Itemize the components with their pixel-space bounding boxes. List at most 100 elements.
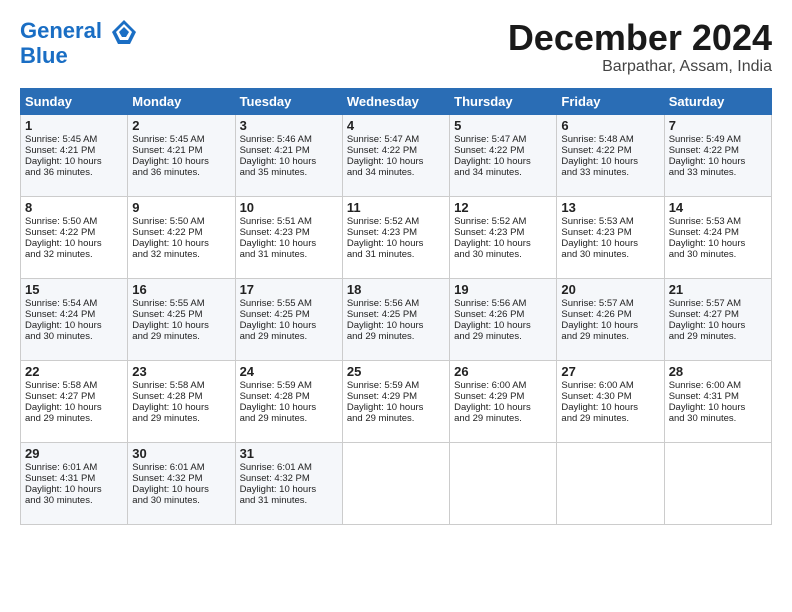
day-info-line: and 35 minutes.: [240, 167, 338, 178]
day-info-line: Daylight: 10 hours: [454, 320, 552, 331]
calendar-cell: 20Sunrise: 5:57 AMSunset: 4:26 PMDayligh…: [557, 278, 664, 360]
day-info-line: and 31 minutes.: [347, 249, 445, 260]
header-sunday: Sunday: [21, 88, 128, 114]
day-number: 1: [25, 118, 123, 133]
calendar-cell: 4Sunrise: 5:47 AMSunset: 4:22 PMDaylight…: [342, 114, 449, 196]
day-info-line: and 29 minutes.: [25, 413, 123, 424]
day-info-line: Sunrise: 5:47 AM: [347, 134, 445, 145]
day-info-line: Sunset: 4:22 PM: [347, 145, 445, 156]
day-number: 17: [240, 282, 338, 297]
day-info-line: Sunset: 4:31 PM: [669, 391, 767, 402]
day-info-line: Sunrise: 5:53 AM: [669, 216, 767, 227]
day-info-line: Daylight: 10 hours: [240, 238, 338, 249]
day-number: 23: [132, 364, 230, 379]
day-info-line: Daylight: 10 hours: [669, 320, 767, 331]
calendar-body: 1Sunrise: 5:45 AMSunset: 4:21 PMDaylight…: [21, 114, 772, 524]
day-info-line: Sunrise: 5:58 AM: [25, 380, 123, 391]
calendar-cell: 25Sunrise: 5:59 AMSunset: 4:29 PMDayligh…: [342, 360, 449, 442]
day-info-line: Sunset: 4:22 PM: [25, 227, 123, 238]
day-info-line: Daylight: 10 hours: [240, 156, 338, 167]
day-info-line: Sunrise: 5:45 AM: [132, 134, 230, 145]
calendar-cell: 24Sunrise: 5:59 AMSunset: 4:28 PMDayligh…: [235, 360, 342, 442]
day-info-line: Daylight: 10 hours: [240, 402, 338, 413]
day-info-line: and 29 minutes.: [454, 413, 552, 424]
day-info-line: Daylight: 10 hours: [132, 320, 230, 331]
day-number: 31: [240, 446, 338, 461]
day-info-line: Sunset: 4:28 PM: [132, 391, 230, 402]
calendar-week-3: 15Sunrise: 5:54 AMSunset: 4:24 PMDayligh…: [21, 278, 772, 360]
calendar-cell: 16Sunrise: 5:55 AMSunset: 4:25 PMDayligh…: [128, 278, 235, 360]
calendar-week-1: 1Sunrise: 5:45 AMSunset: 4:21 PMDaylight…: [21, 114, 772, 196]
day-number: 14: [669, 200, 767, 215]
calendar-cell: 10Sunrise: 5:51 AMSunset: 4:23 PMDayligh…: [235, 196, 342, 278]
day-number: 8: [25, 200, 123, 215]
day-info-line: Sunrise: 5:51 AM: [240, 216, 338, 227]
day-number: 20: [561, 282, 659, 297]
calendar-cell: 7Sunrise: 5:49 AMSunset: 4:22 PMDaylight…: [664, 114, 771, 196]
calendar-cell: 5Sunrise: 5:47 AMSunset: 4:22 PMDaylight…: [450, 114, 557, 196]
day-info-line: Daylight: 10 hours: [561, 402, 659, 413]
day-info-line: Sunset: 4:25 PM: [240, 309, 338, 320]
day-info-line: Sunrise: 5:56 AM: [454, 298, 552, 309]
calendar-cell: 23Sunrise: 5:58 AMSunset: 4:28 PMDayligh…: [128, 360, 235, 442]
day-info-line: Sunset: 4:26 PM: [561, 309, 659, 320]
calendar-cell: 27Sunrise: 6:00 AMSunset: 4:30 PMDayligh…: [557, 360, 664, 442]
logo-text: General: [20, 18, 138, 46]
day-info-line: Daylight: 10 hours: [454, 238, 552, 249]
day-info-line: Sunset: 4:26 PM: [454, 309, 552, 320]
calendar-cell: 31Sunrise: 6:01 AMSunset: 4:32 PMDayligh…: [235, 442, 342, 524]
day-info-line: Daylight: 10 hours: [669, 238, 767, 249]
day-info-line: and 32 minutes.: [132, 249, 230, 260]
day-info-line: and 34 minutes.: [454, 167, 552, 178]
calendar-cell: 28Sunrise: 6:00 AMSunset: 4:31 PMDayligh…: [664, 360, 771, 442]
day-info-line: Daylight: 10 hours: [25, 156, 123, 167]
logo: General Blue: [20, 18, 138, 68]
day-number: 11: [347, 200, 445, 215]
calendar-subtitle: Barpathar, Assam, India: [508, 58, 772, 76]
calendar-week-2: 8Sunrise: 5:50 AMSunset: 4:22 PMDaylight…: [21, 196, 772, 278]
day-info-line: Sunset: 4:25 PM: [347, 309, 445, 320]
day-info-line: Sunrise: 5:57 AM: [669, 298, 767, 309]
day-info-line: Sunrise: 5:57 AM: [561, 298, 659, 309]
calendar-cell: 13Sunrise: 5:53 AMSunset: 4:23 PMDayligh…: [557, 196, 664, 278]
day-number: 15: [25, 282, 123, 297]
calendar-cell: 1Sunrise: 5:45 AMSunset: 4:21 PMDaylight…: [21, 114, 128, 196]
calendar-cell: 29Sunrise: 6:01 AMSunset: 4:31 PMDayligh…: [21, 442, 128, 524]
title-block: December 2024 Barpathar, Assam, India: [508, 18, 772, 76]
day-number: 29: [25, 446, 123, 461]
day-info-line: Sunset: 4:29 PM: [347, 391, 445, 402]
header-tuesday: Tuesday: [235, 88, 342, 114]
day-info-line: and 30 minutes.: [25, 331, 123, 342]
day-info-line: Sunrise: 5:52 AM: [454, 216, 552, 227]
day-info-line: Sunrise: 6:00 AM: [669, 380, 767, 391]
day-info-line: Sunset: 4:23 PM: [454, 227, 552, 238]
day-info-line: Sunset: 4:27 PM: [25, 391, 123, 402]
day-info-line: and 29 minutes.: [347, 331, 445, 342]
day-info-line: Sunset: 4:25 PM: [132, 309, 230, 320]
day-info-line: Sunset: 4:32 PM: [240, 473, 338, 484]
day-info-line: Daylight: 10 hours: [25, 484, 123, 495]
day-info-line: Daylight: 10 hours: [240, 320, 338, 331]
day-info-line: Sunset: 4:31 PM: [25, 473, 123, 484]
day-info-line: and 29 minutes.: [669, 331, 767, 342]
day-info-line: and 33 minutes.: [669, 167, 767, 178]
day-info-line: Sunrise: 5:54 AM: [25, 298, 123, 309]
day-info-line: and 29 minutes.: [561, 413, 659, 424]
day-info-line: Sunrise: 5:49 AM: [669, 134, 767, 145]
day-info-line: and 30 minutes.: [132, 495, 230, 506]
day-info-line: Sunrise: 6:00 AM: [561, 380, 659, 391]
calendar-cell: [664, 442, 771, 524]
day-info-line: and 31 minutes.: [240, 495, 338, 506]
day-info-line: Sunrise: 5:55 AM: [240, 298, 338, 309]
day-number: 19: [454, 282, 552, 297]
calendar-cell: 30Sunrise: 6:01 AMSunset: 4:32 PMDayligh…: [128, 442, 235, 524]
day-number: 12: [454, 200, 552, 215]
day-number: 10: [240, 200, 338, 215]
day-number: 18: [347, 282, 445, 297]
day-info-line: Sunset: 4:24 PM: [669, 227, 767, 238]
logo-blue: Blue: [20, 44, 138, 68]
day-number: 16: [132, 282, 230, 297]
day-info-line: Sunrise: 5:59 AM: [347, 380, 445, 391]
header-saturday: Saturday: [664, 88, 771, 114]
day-info-line: Sunset: 4:21 PM: [25, 145, 123, 156]
